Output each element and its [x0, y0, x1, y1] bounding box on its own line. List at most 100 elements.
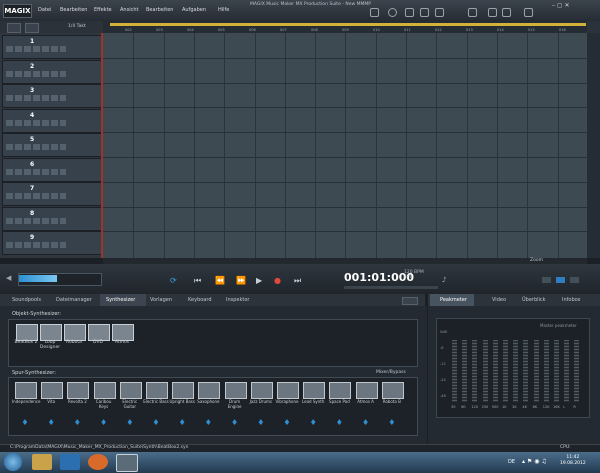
synth-thumbnail[interactable] — [67, 382, 90, 399]
undo-icon[interactable] — [405, 8, 414, 17]
synth-thumbnail[interactable] — [172, 382, 195, 399]
music-icon[interactable] — [502, 8, 511, 17]
speaker-icon[interactable]: ◀ — [6, 274, 11, 282]
track-header[interactable]: 2 — [2, 59, 102, 84]
arrange-button[interactable] — [25, 23, 39, 33]
layout-icon-1[interactable] — [542, 277, 551, 283]
redo-icon[interactable] — [420, 8, 429, 17]
forward-icon[interactable]: ⏩ — [236, 276, 246, 285]
track-header[interactable]: 3 — [2, 84, 102, 108]
track-controls[interactable] — [6, 193, 66, 199]
view-toggle-button[interactable] — [7, 23, 21, 33]
synth-status-icon[interactable]: ♦ — [306, 418, 320, 427]
track-controls[interactable] — [6, 217, 66, 224]
synth-status-icon[interactable]: ♦ — [123, 418, 137, 427]
synth-thumbnail[interactable] — [112, 324, 134, 341]
synth-thumbnail[interactable] — [119, 382, 142, 399]
rewind-icon[interactable]: ⏪ — [215, 276, 225, 285]
synth-thumbnail[interactable] — [64, 324, 86, 341]
position-slider[interactable] — [344, 286, 438, 289]
synth-thumbnail[interactable] — [329, 382, 352, 399]
system-clock[interactable]: 11:42 19.08.2012 — [560, 455, 586, 467]
menu-hilfe[interactable]: Hilfe — [218, 5, 229, 15]
synth-status-icon[interactable]: ♦ — [359, 418, 373, 427]
synth-thumbnail[interactable] — [303, 382, 326, 399]
mixer-icon[interactable] — [488, 8, 497, 17]
firefox-icon[interactable] — [88, 454, 108, 470]
synth-thumbnail[interactable] — [146, 382, 168, 399]
synth-thumbnail[interactable] — [16, 324, 38, 341]
menu-ansicht[interactable]: Ansicht — [120, 5, 138, 15]
zoom-select[interactable]: 1/4 Takt — [68, 24, 86, 29]
synth-thumbnail[interactable] — [198, 382, 221, 399]
synth-status-icon[interactable]: ♦ — [44, 418, 58, 427]
track-controls[interactable] — [6, 95, 66, 101]
synth-thumbnail[interactable] — [250, 382, 273, 399]
explorer-icon[interactable] — [32, 454, 52, 470]
synth-status-icon[interactable]: ♦ — [280, 418, 294, 427]
cut-icon[interactable] — [435, 8, 444, 17]
settings-icon[interactable] — [524, 8, 533, 17]
tab-infobox[interactable]: Infobox — [562, 295, 581, 305]
track-header[interactable]: 4 — [2, 108, 102, 133]
track-controls[interactable] — [6, 168, 66, 175]
synth-status-icon[interactable]: ♦ — [149, 418, 163, 427]
zoom-label[interactable]: Zoom — [530, 258, 543, 263]
loop-icon[interactable]: ⟳ — [170, 276, 177, 285]
synth-thumbnail[interactable] — [224, 382, 247, 399]
synth-thumbnail[interactable] — [15, 382, 37, 399]
start-button[interactable] — [4, 453, 22, 471]
to-end-icon[interactable]: ⏭ — [294, 276, 301, 286]
tab-peakmeter[interactable]: Peakmeter — [440, 295, 467, 305]
synth-status-icon[interactable]: ♦ — [175, 418, 189, 427]
synth-status-icon[interactable]: ♦ — [254, 418, 268, 427]
synth-status-icon[interactable]: ♦ — [385, 418, 399, 427]
synth-thumbnail[interactable] — [277, 382, 299, 399]
synth-thumbnail[interactable] — [41, 382, 64, 399]
tab-dateimanager[interactable]: Dateimanager — [56, 295, 92, 305]
synth-status-icon[interactable]: ♦ — [201, 418, 215, 427]
layout-icon-3[interactable] — [570, 277, 579, 283]
to-start-icon[interactable]: ⏮ — [194, 276, 201, 286]
magix-logo[interactable]: MAGIX — [3, 4, 32, 18]
track-controls[interactable] — [6, 242, 66, 248]
layout-icon-2[interactable] — [556, 277, 565, 283]
tab-vorlagen[interactable]: Vorlagen — [150, 295, 172, 305]
grid-icon[interactable] — [468, 8, 477, 17]
track-header[interactable]: 8 — [2, 206, 102, 231]
tab-ueberblick[interactable]: Überblick — [522, 295, 546, 305]
menu-bearbeiten[interactable]: Bearbeiten — [60, 5, 87, 15]
menu-effekte[interactable]: Effekte — [94, 5, 112, 15]
track-controls[interactable] — [6, 70, 66, 77]
synth-status-icon[interactable]: ♦ — [18, 418, 32, 427]
tab-video[interactable]: Video — [492, 295, 506, 305]
track-header[interactable]: 5 — [2, 133, 102, 157]
track-header[interactable]: 1 — [2, 35, 102, 59]
tab-keyboard[interactable]: Keyboard — [188, 295, 212, 305]
synth-thumbnail[interactable] — [381, 382, 404, 399]
synth-status-icon[interactable]: ♦ — [228, 418, 242, 427]
play-icon[interactable]: ▶ — [256, 276, 262, 285]
panel-options-button[interactable] — [402, 297, 418, 305]
language-indicator[interactable]: DE — [508, 459, 515, 465]
track-controls[interactable] — [6, 119, 66, 126]
synth-thumbnail[interactable] — [40, 324, 62, 341]
menu-datei[interactable]: Datei — [38, 5, 51, 15]
record-button-icon[interactable]: ● — [274, 276, 281, 285]
synth-status-icon[interactable]: ♦ — [332, 418, 346, 427]
vertical-scrollbar[interactable] — [587, 33, 600, 258]
track-controls[interactable] — [6, 46, 66, 52]
tab-synthesizer[interactable]: Synthesizer — [106, 295, 135, 305]
tray-icons[interactable]: ▴ ⚑ ◉ ♫ — [522, 458, 547, 465]
magix-taskbar-icon[interactable] — [116, 454, 138, 472]
synth-status-icon[interactable]: ♦ — [97, 418, 111, 427]
synth-status-icon[interactable]: ♦ — [70, 418, 84, 427]
save-icon[interactable] — [370, 8, 379, 17]
synth-thumbnail[interactable] — [355, 382, 378, 399]
menu-aufgaben[interactable]: Aufgaben — [182, 5, 206, 15]
track-header[interactable]: 9 — [2, 231, 102, 255]
track-header[interactable]: 6 — [2, 157, 102, 182]
track-header[interactable]: 7 — [2, 182, 102, 206]
record-icon[interactable] — [388, 8, 397, 17]
window-controls[interactable]: – ▢ ✕ — [552, 2, 570, 9]
